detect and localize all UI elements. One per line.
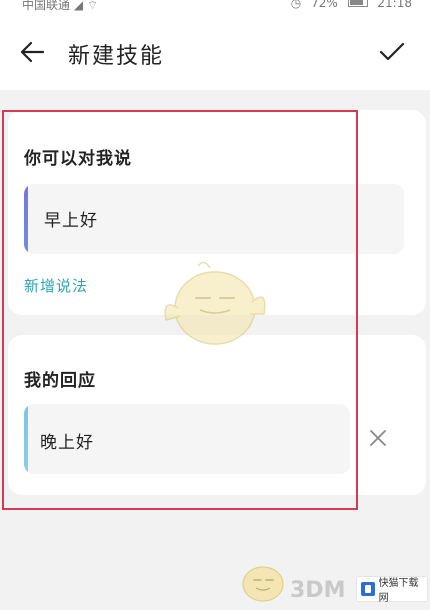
battery-icon — [347, 0, 368, 7]
status-left: 中国联通 ◢ ⌔ — [22, 0, 98, 13]
confirm-button[interactable] — [374, 36, 410, 68]
trigger-phrase-item[interactable]: 早上好 — [24, 184, 404, 254]
arrow-left-icon — [20, 41, 45, 63]
mascot-small-icon — [242, 566, 284, 602]
mascot-watermark-icon — [164, 261, 266, 345]
status-right: ◷ 72% 21:18 — [285, 0, 412, 10]
badge-text: 快猫下载网 — [378, 578, 419, 604]
reply-accent-bar — [24, 404, 28, 474]
app-header: 新建技能 — [0, 14, 430, 90]
reply-text: 晚上好 — [40, 433, 94, 453]
trigger-phrase-text: 早上好 — [44, 211, 98, 231]
reply-section-title: 我的回应 — [24, 371, 96, 391]
battery-percent: 72% — [311, 0, 338, 10]
signal-icon: ◢ — [73, 0, 84, 12]
back-button[interactable] — [16, 36, 48, 68]
reply-item[interactable]: 晚上好 — [24, 404, 350, 474]
delete-reply-button[interactable] — [364, 424, 392, 452]
watermark-3dm: 3DM — [290, 578, 346, 603]
wifi-icon: ⌔ — [86, 0, 99, 12]
page-title: 新建技能 — [68, 44, 165, 69]
watermark-badge: 快猫下载网 — [356, 576, 428, 604]
status-bar: 中国联通 ◢ ⌔ ◷ 72% 21:18 — [0, 0, 430, 14]
add-phrase-link[interactable]: 新增说法 — [24, 275, 88, 296]
carrier-label: 中国联通 — [22, 0, 71, 12]
check-icon — [379, 42, 405, 61]
badge-logo-icon — [361, 582, 375, 596]
phrase-accent-bar — [24, 184, 28, 254]
alarm-icon: ◷ — [290, 0, 302, 10]
clock-time: 21:18 — [377, 0, 412, 10]
trigger-section-title: 你可以对我说 — [24, 149, 132, 169]
close-icon — [370, 430, 386, 446]
